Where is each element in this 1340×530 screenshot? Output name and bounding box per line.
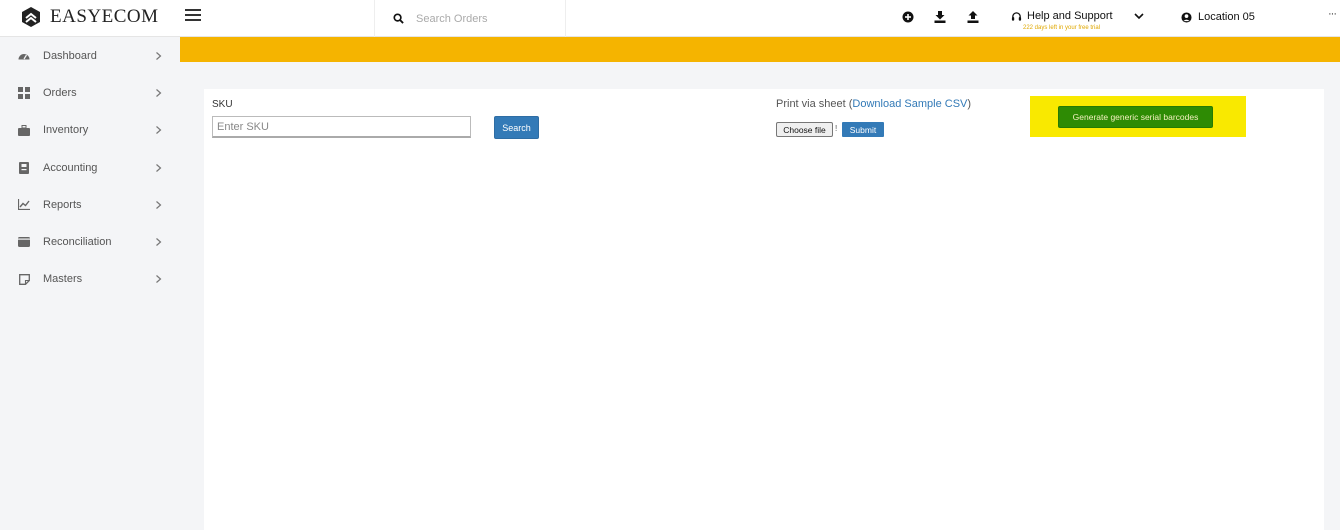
wallet-icon xyxy=(18,236,30,248)
briefcase-icon xyxy=(18,124,30,136)
sidebar-item-dashboard[interactable]: Dashboard xyxy=(0,37,180,74)
download-icon[interactable] xyxy=(934,11,946,23)
sidebar-item-accounting[interactable]: Accounting xyxy=(0,149,180,186)
sidebar-item-label: Dashboard xyxy=(43,49,97,62)
sidebar-item-orders[interactable]: Orders xyxy=(0,74,180,111)
brand-name: EASYECOM xyxy=(50,6,159,27)
top-navbar: EASYECOM Help and Support 222 days left … xyxy=(0,0,1340,37)
add-circle-icon[interactable] xyxy=(902,11,914,23)
sidebar-item-reconciliation[interactable]: Reconciliation xyxy=(0,223,180,260)
help-and-support[interactable]: Help and Support xyxy=(1011,10,1113,22)
menu-toggle-icon[interactable] xyxy=(185,9,201,23)
download-sample-csv-link[interactable]: Download Sample CSV xyxy=(852,98,967,110)
submit-button[interactable]: Submit xyxy=(842,122,884,137)
generate-serial-barcodes-button[interactable]: Generate generic serial barcodes xyxy=(1058,106,1213,128)
more-options-icon[interactable]: ··· xyxy=(1328,8,1337,20)
sidebar-item-reports[interactable]: Reports xyxy=(0,186,180,223)
upload-icon[interactable] xyxy=(967,11,979,23)
chevron-right-icon xyxy=(156,126,162,135)
search-button[interactable]: Search xyxy=(494,116,539,139)
sidebar: Dashboard Orders Inventory Accounting Re… xyxy=(0,37,180,530)
sidebar-item-label: Reports xyxy=(43,198,82,211)
print-via-sheet-label: Print via sheet (Download Sample CSV) xyxy=(776,98,971,110)
note-icon xyxy=(18,273,30,285)
print-close-paren: ) xyxy=(967,98,972,110)
sku-input[interactable] xyxy=(212,116,471,138)
brand-logo[interactable]: EASYECOM xyxy=(20,6,159,28)
sidebar-item-label: Accounting xyxy=(43,161,98,174)
dashboard-icon xyxy=(18,50,30,62)
chevron-right-icon xyxy=(156,88,162,97)
chevron-right-icon xyxy=(156,200,162,209)
help-label: Help and Support xyxy=(1027,10,1113,22)
sidebar-item-label: Reconciliation xyxy=(43,236,112,249)
file-status: ! xyxy=(835,124,838,133)
chart-line-icon xyxy=(18,199,30,211)
notice-banner xyxy=(180,37,1340,62)
chevron-right-icon xyxy=(156,163,162,172)
ledger-icon xyxy=(18,161,30,174)
trial-notice: 222 days left in your free trial xyxy=(1023,25,1101,31)
search-icon xyxy=(393,13,404,24)
order-search xyxy=(374,0,566,37)
headset-icon xyxy=(1011,11,1022,21)
sidebar-item-label: Orders xyxy=(43,86,77,99)
search-orders-input[interactable] xyxy=(416,12,536,25)
sku-label: SKU xyxy=(212,99,233,110)
chevron-right-icon xyxy=(156,51,162,60)
sidebar-item-masters[interactable]: Masters xyxy=(0,261,180,298)
chevron-right-icon xyxy=(156,238,162,247)
chevron-right-icon xyxy=(156,275,162,284)
sidebar-item-label: Masters xyxy=(43,273,83,286)
chevron-down-icon[interactable] xyxy=(1134,12,1144,20)
sidebar-item-label: Inventory xyxy=(43,124,89,137)
easyecom-logo-icon xyxy=(22,7,40,27)
grid-icon xyxy=(18,86,30,99)
sidebar-item-inventory[interactable]: Inventory xyxy=(0,112,180,149)
barcode-panel xyxy=(204,89,1324,530)
user-circle-icon xyxy=(1181,11,1192,23)
print-via-sheet-text: Print via sheet ( xyxy=(776,98,853,110)
location-selector[interactable]: Location 05 xyxy=(1181,11,1255,23)
location-label: Location 05 xyxy=(1198,11,1255,23)
choose-file-button[interactable]: Choose file xyxy=(776,122,833,137)
